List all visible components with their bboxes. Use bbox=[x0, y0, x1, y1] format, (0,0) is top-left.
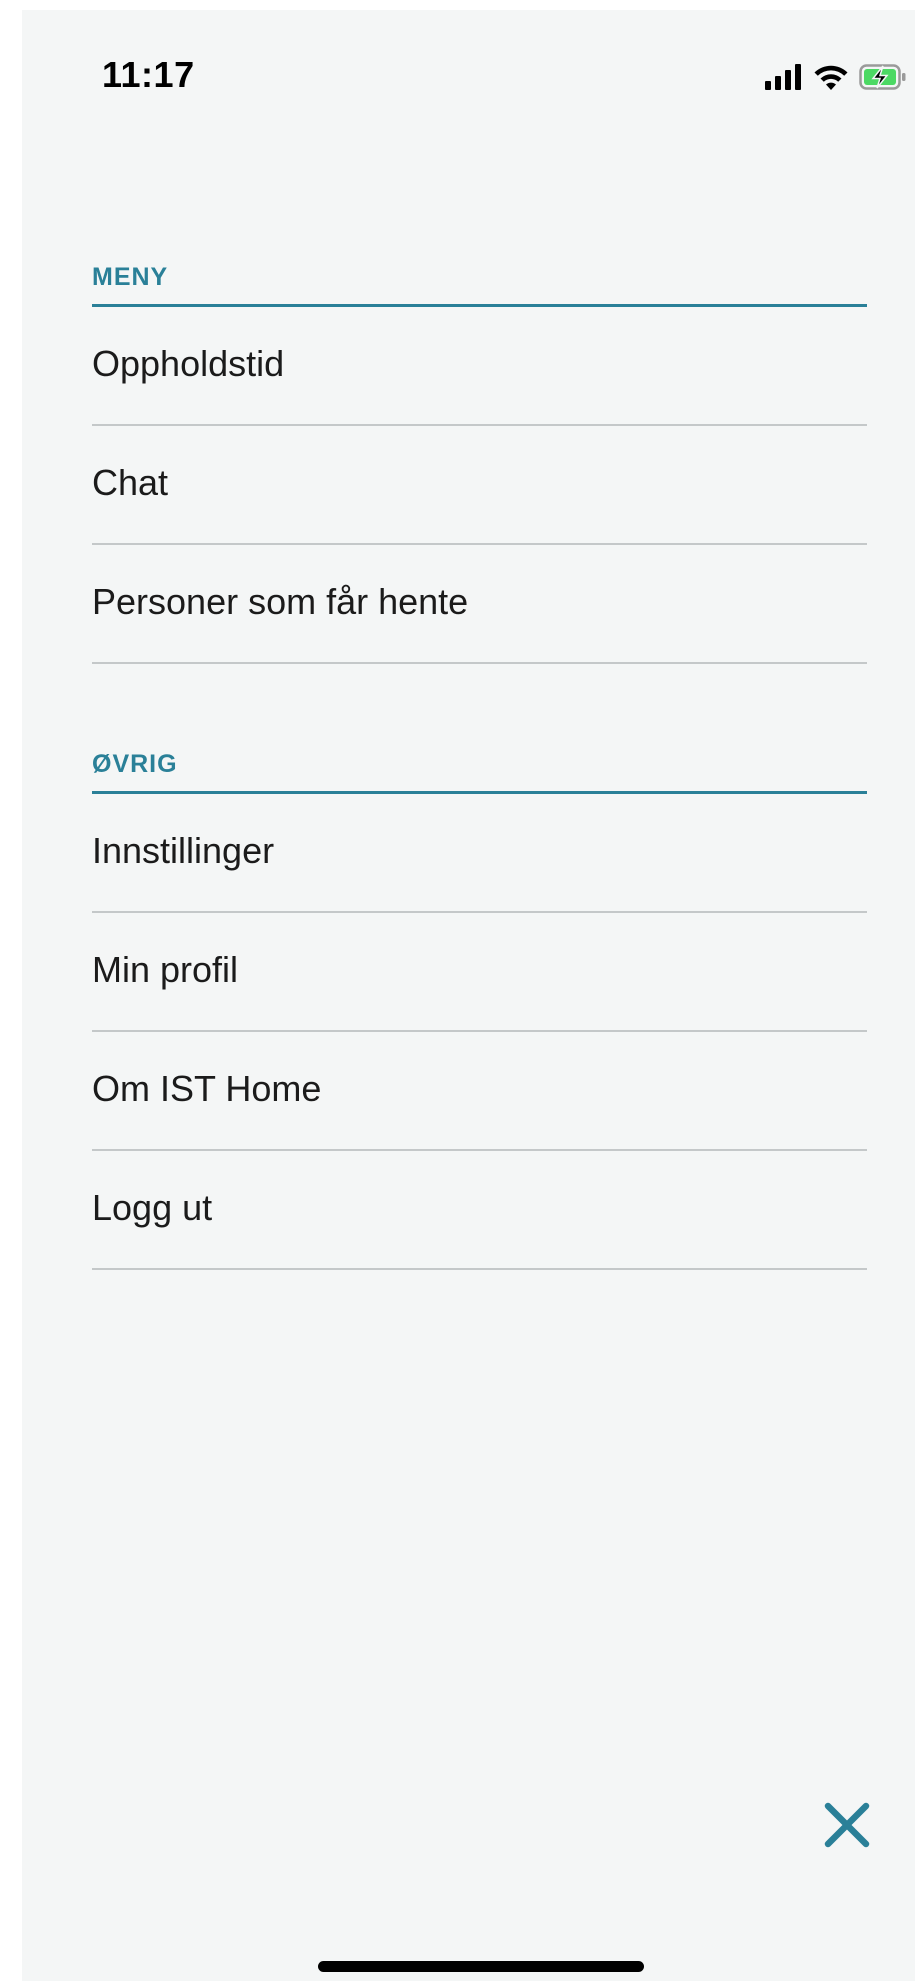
home-indicator[interactable] bbox=[318, 1961, 644, 1972]
menu-item-label: Min profil bbox=[92, 948, 239, 990]
cellular-signal-icon bbox=[765, 64, 803, 90]
menu-screen: 11:17 MENY Oppholdstid Chat Personer som… bbox=[22, 10, 915, 1981]
menu-item-label: Innstillinger bbox=[92, 829, 275, 871]
menu-item-personer-som-far-hente[interactable]: Personer som får hente bbox=[92, 545, 867, 664]
menu-item-label: Personer som får hente bbox=[92, 580, 469, 622]
section-header-meny: MENY bbox=[92, 260, 867, 307]
menu-list: MENY Oppholdstid Chat Personer som får h… bbox=[92, 260, 867, 1270]
close-button[interactable] bbox=[822, 1800, 872, 1850]
menu-item-label: Chat bbox=[92, 461, 169, 503]
menu-item-om-ist-home[interactable]: Om IST Home bbox=[92, 1032, 867, 1151]
status-icons bbox=[765, 60, 907, 94]
menu-item-innstillinger[interactable]: Innstillinger bbox=[92, 794, 867, 913]
menu-item-label: Om IST Home bbox=[92, 1067, 322, 1109]
battery-charging-icon bbox=[859, 63, 907, 91]
menu-item-label: Logg ut bbox=[92, 1186, 213, 1228]
close-icon bbox=[824, 1802, 870, 1848]
menu-item-oppholdstid[interactable]: Oppholdstid bbox=[92, 307, 867, 426]
section-title: ØVRIG bbox=[92, 750, 178, 778]
section-title: MENY bbox=[92, 263, 169, 291]
status-bar: 11:17 bbox=[22, 10, 915, 120]
menu-item-label: Oppholdstid bbox=[92, 342, 285, 384]
menu-item-min-profil[interactable]: Min profil bbox=[92, 913, 867, 1032]
wifi-icon bbox=[813, 64, 849, 91]
status-time: 11:17 bbox=[102, 54, 195, 95]
menu-item-chat[interactable]: Chat bbox=[92, 426, 867, 545]
menu-item-logg-ut[interactable]: Logg ut bbox=[92, 1151, 867, 1270]
section-header-ovrig: ØVRIG bbox=[92, 747, 867, 794]
